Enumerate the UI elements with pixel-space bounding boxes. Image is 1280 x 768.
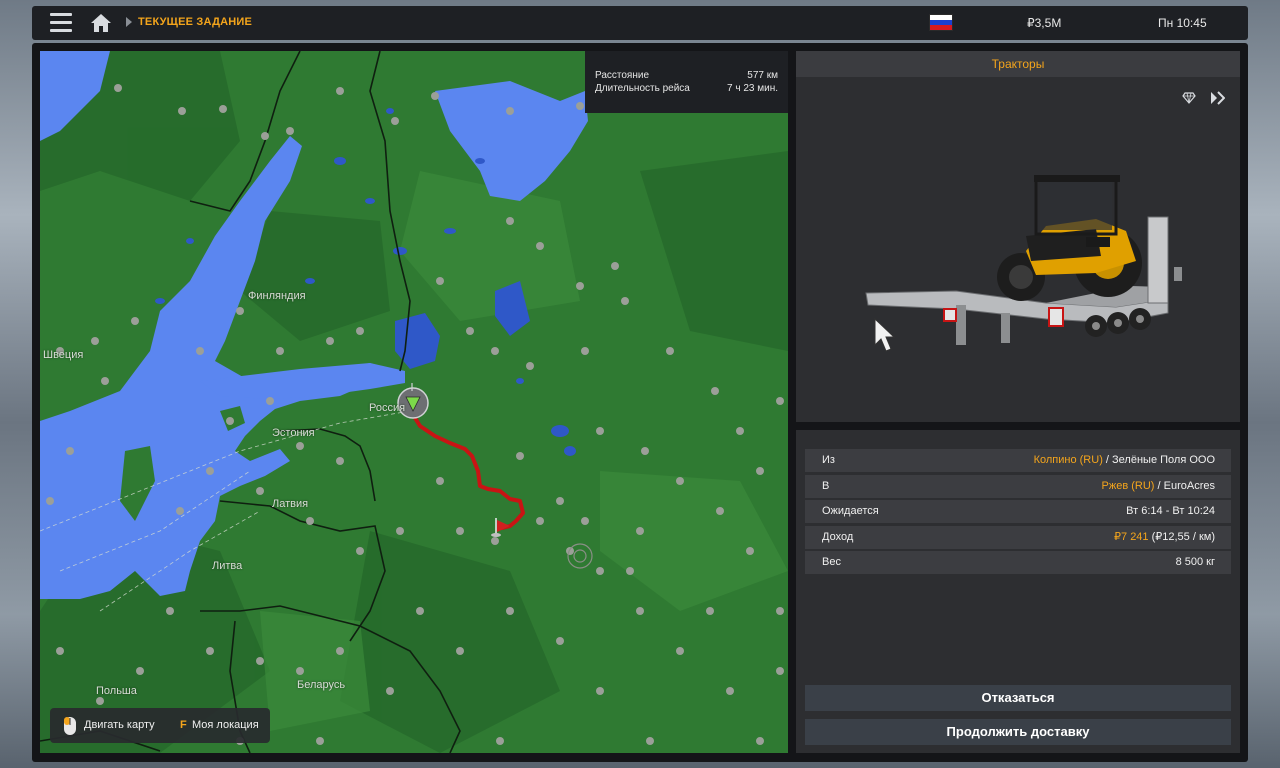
weight-value: 8 500 кг [1175,556,1215,568]
trailer-tractor-image [865,175,1182,352]
russia-flag-icon [929,14,953,31]
continue-delivery-button[interactable]: Продолжить доставку [805,719,1231,745]
distance-value: 577 км [747,70,778,81]
weight-row: Вес 8 500 кг [805,551,1231,574]
income-rate: (₽12,55 / км) [1148,531,1215,543]
breadcrumb-title: ТЕКУЩЕЕ ЗАДАНИЕ [138,16,253,28]
expected-value: Вт 6:14 - Вт 10:24 [1126,505,1215,517]
from-company: / Зелёные Поля ООО [1102,454,1215,466]
location-hotkey: F [180,719,187,731]
distance-label: Расстояние [595,70,650,81]
move-map-hint: Двигать карту [84,719,155,731]
game-clock: Пн 10:45 [1158,16,1207,30]
label-poland: Польша [96,685,137,697]
hamburger-menu-icon[interactable] [50,13,72,33]
label-finland: Финляндия [248,290,306,302]
cargo-preview-panel: Тракторы [796,51,1240,422]
cargo-title: Тракторы [796,51,1240,77]
label-russia: Россия [369,402,406,414]
cancel-job-button[interactable]: Отказаться [805,685,1231,711]
to-row: В Ржев (RU) / EuroAcres [805,475,1231,498]
label-sweden: Швеция [43,349,84,361]
expected-label: Ожидается [822,505,879,517]
to-city: Ржев (RU) [1101,480,1155,492]
route-line [410,411,525,530]
income-row: Доход ₽7 241 (₽12,55 / км) [805,526,1231,549]
diamond-icon[interactable] [1182,91,1196,105]
my-location-button[interactable]: Моя локация [192,719,259,731]
income-label: Доход [822,531,854,543]
trip-info-panel: Расстояние 577 км Длительность рейса 7 ч… [585,51,788,113]
route-map[interactable]: Швеция Финляндия Эстония Россия Латвия Л… [40,51,788,753]
home-icon[interactable] [90,13,112,33]
mouse-icon [63,716,77,736]
label-estonia: Эстония [272,427,315,439]
from-city: Колпино (RU) [1033,454,1103,466]
weight-label: Вес [822,556,841,568]
label-latvia: Латвия [272,498,309,510]
to-label: В [822,480,830,492]
to-company: / EuroAcres [1154,480,1215,492]
map-canvas [40,51,788,753]
income-amount: ₽7 241 [1114,531,1149,543]
expected-row: Ожидается Вт 6:14 - Вт 10:24 [805,500,1231,523]
map-controls-hint: Двигать карту F Моя локация [50,708,270,743]
from-row: Из Колпино (RU) / Зелёные Поля ООО [805,449,1231,472]
label-lithuania: Литва [212,560,243,572]
label-belarus: Беларусь [297,679,346,691]
from-label: Из [822,454,835,466]
breadcrumb-arrow-icon [126,17,132,27]
job-details-panel: Из Колпино (RU) / Зелёные Поля ООО В Рже… [796,430,1240,753]
from-value: Колпино (RU) / Зелёные Поля ООО [1034,449,1215,472]
money-balance: ₽3,5M [1027,16,1062,30]
double-chevron-right-icon[interactable] [1209,91,1226,105]
to-value: Ржев (RU) / EuroAcres [1102,475,1215,498]
top-bar: ТЕКУЩЕЕ ЗАДАНИЕ ₽3,5M Пн 10:45 [32,6,1248,40]
duration-value: 7 ч 23 мин. [727,83,778,94]
duration-label: Длительность рейса [595,83,690,94]
income-value: ₽7 241 (₽12,55 / км) [1114,526,1215,549]
